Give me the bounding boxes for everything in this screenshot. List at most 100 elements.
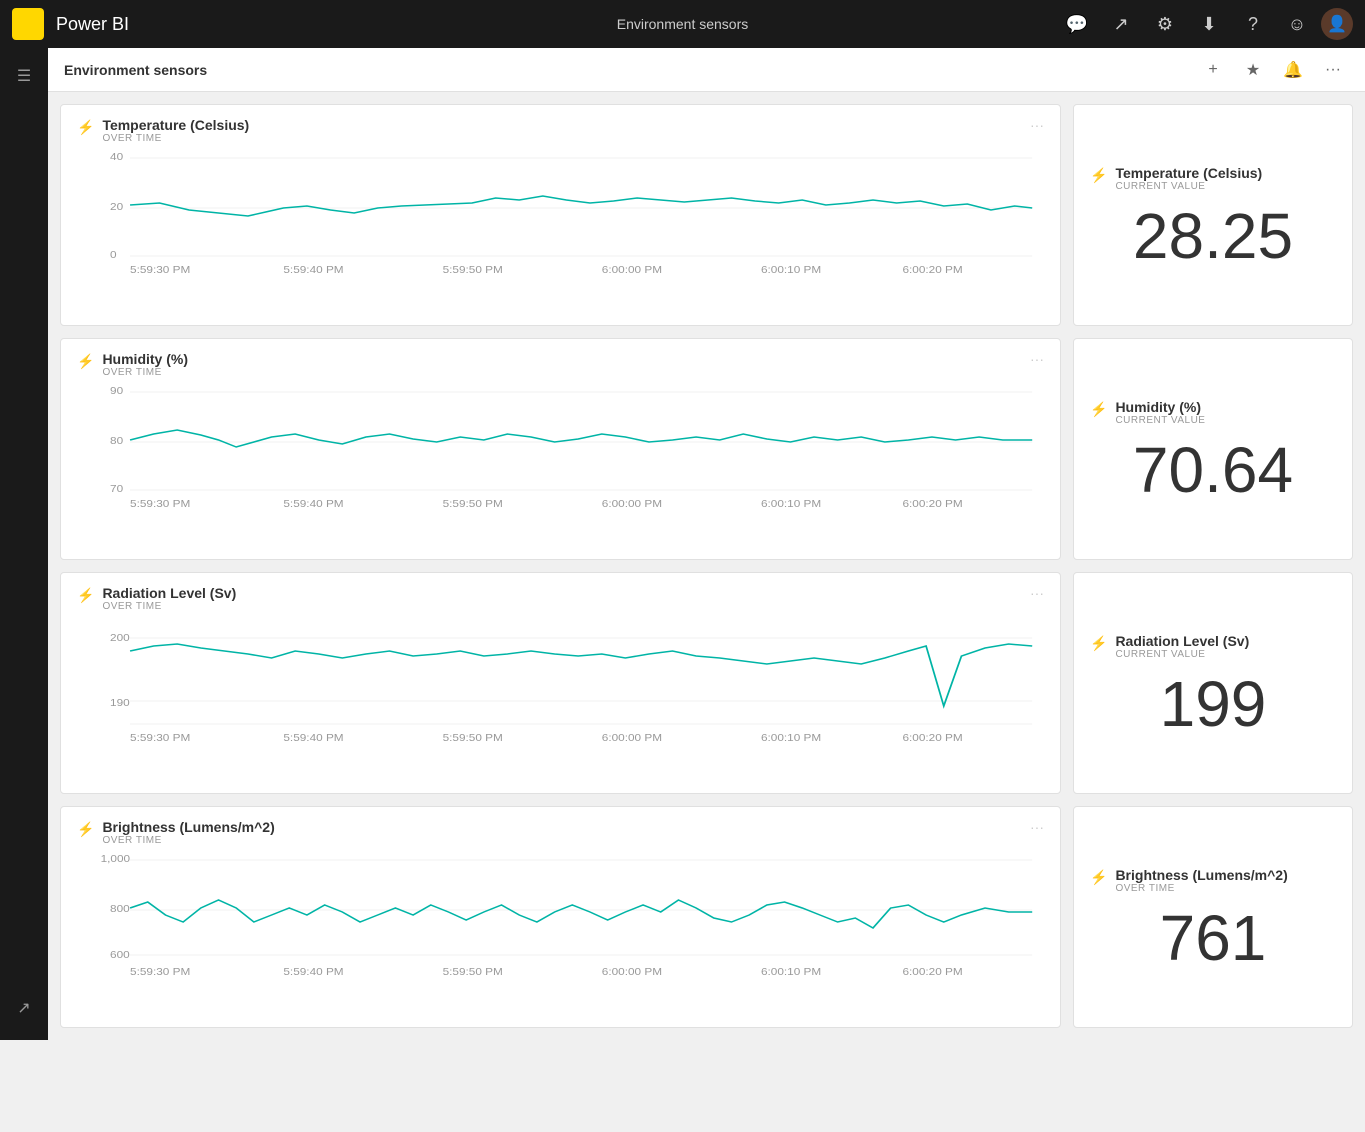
radiation-value-title: Radiation Level (Sv) — [1115, 633, 1336, 649]
values-column: ⚡ Temperature (Celsius) CURRENT VALUE 28… — [1073, 104, 1353, 1028]
temp-chart-icon: ⚡ — [77, 119, 94, 136]
svg-text:6:00:10 PM: 6:00:10 PM — [761, 733, 821, 744]
svg-text:90: 90 — [110, 386, 123, 397]
subheader: Environment sensors + ★ 🔔 ··· — [48, 48, 1365, 92]
radiation-chart-subtitle: OVER TIME — [102, 601, 1022, 612]
download-icon[interactable]: ⬇ — [1189, 4, 1229, 44]
svg-text:6:00:10 PM: 6:00:10 PM — [761, 499, 821, 510]
humidity-chart-card: ⚡ Humidity (%) OVER TIME ··· 90 80 70 5:… — [60, 338, 1061, 560]
humidity-chart-title: Humidity (%) — [102, 351, 1022, 367]
svg-text:5:59:40 PM: 5:59:40 PM — [283, 967, 343, 978]
svg-text:6:00:00 PM: 6:00:00 PM — [602, 733, 662, 744]
sidebar-expand-icon[interactable]: ↗ — [4, 988, 44, 1028]
svg-text:40: 40 — [110, 152, 123, 163]
radiation-value: 199 — [1090, 672, 1336, 736]
svg-text:6:00:20 PM: 6:00:20 PM — [902, 733, 962, 744]
radiation-chart-menu[interactable]: ··· — [1030, 585, 1044, 601]
brightness-value-subtitle: OVER TIME — [1115, 883, 1336, 894]
svg-text:5:59:40 PM: 5:59:40 PM — [283, 265, 343, 276]
add-button[interactable]: + — [1197, 54, 1229, 86]
svg-text:5:59:30 PM: 5:59:30 PM — [130, 265, 190, 276]
temp-chart-subtitle: OVER TIME — [102, 133, 1022, 144]
humidity-value-icon: ⚡ — [1090, 401, 1107, 418]
svg-text:0: 0 — [110, 250, 117, 261]
report-title: Environment sensors — [617, 16, 749, 32]
subheader-actions: + ★ 🔔 ··· — [1197, 54, 1349, 86]
svg-text:20: 20 — [110, 202, 123, 213]
app-logo[interactable] — [12, 8, 44, 40]
brightness-chart-card: ⚡ Brightness (Lumens/m^2) OVER TIME ··· … — [60, 806, 1061, 1028]
navbar: Power BI Environment sensors 💬 ↗ ⚙ ⬇ ? ☺… — [0, 0, 1365, 48]
svg-text:1,000: 1,000 — [101, 854, 130, 865]
feedback-icon[interactable]: ☺ — [1277, 4, 1317, 44]
radiation-chart-title: Radiation Level (Sv) — [102, 585, 1022, 601]
svg-text:6:00:00 PM: 6:00:00 PM — [602, 967, 662, 978]
share-button[interactable]: 🔔 — [1277, 54, 1309, 86]
brightness-value-icon: ⚡ — [1090, 869, 1107, 886]
app-title: Power BI — [56, 14, 129, 35]
radiation-chart-icon: ⚡ — [77, 587, 94, 604]
svg-text:5:59:40 PM: 5:59:40 PM — [283, 499, 343, 510]
temp-chart-menu[interactable]: ··· — [1030, 117, 1044, 133]
radiation-value-icon: ⚡ — [1090, 635, 1107, 652]
settings-icon[interactable]: ⚙ — [1145, 4, 1185, 44]
humidity-value: 70.64 — [1090, 438, 1336, 502]
svg-text:5:59:50 PM: 5:59:50 PM — [443, 733, 503, 744]
comment-icon[interactable]: 💬 — [1057, 4, 1097, 44]
brightness-line-chart: 1,000 800 600 5:59:30 PM 5:59:40 PM 5:59… — [77, 850, 1044, 980]
brightness-chart-icon: ⚡ — [77, 821, 94, 838]
svg-text:6:00:00 PM: 6:00:00 PM — [602, 265, 662, 276]
svg-text:800: 800 — [110, 904, 130, 915]
temperature-value-card: ⚡ Temperature (Celsius) CURRENT VALUE 28… — [1073, 104, 1353, 326]
expand-icon[interactable]: ↗ — [1101, 4, 1141, 44]
user-avatar[interactable]: 👤 — [1321, 8, 1353, 40]
charts-column: ⚡ Temperature (Celsius) OVER TIME ··· 40… — [60, 104, 1061, 1028]
svg-text:200: 200 — [110, 633, 130, 644]
temp-chart-title: Temperature (Celsius) — [102, 117, 1022, 133]
favorite-button[interactable]: ★ — [1237, 54, 1269, 86]
navbar-icons: 💬 ↗ ⚙ ⬇ ? ☺ 👤 — [1057, 4, 1353, 44]
svg-text:80: 80 — [110, 436, 123, 447]
radiation-value-card: ⚡ Radiation Level (Sv) CURRENT VALUE 199 — [1073, 572, 1353, 794]
brightness-chart-menu[interactable]: ··· — [1030, 819, 1044, 835]
humidity-chart-icon: ⚡ — [77, 353, 94, 370]
svg-text:5:59:50 PM: 5:59:50 PM — [443, 967, 503, 978]
svg-text:6:00:20 PM: 6:00:20 PM — [902, 265, 962, 276]
sidebar-menu-icon[interactable]: ☰ — [4, 56, 44, 96]
svg-text:190: 190 — [110, 698, 130, 709]
svg-text:5:59:30 PM: 5:59:30 PM — [130, 499, 190, 510]
temperature-value: 28.25 — [1090, 204, 1336, 268]
svg-text:6:00:00 PM: 6:00:00 PM — [602, 499, 662, 510]
svg-text:5:59:40 PM: 5:59:40 PM — [283, 733, 343, 744]
svg-text:5:59:50 PM: 5:59:50 PM — [443, 265, 503, 276]
humidity-value-subtitle: CURRENT VALUE — [1115, 415, 1336, 426]
radiation-line-chart: 200 190 5:59:30 PM 5:59:40 PM 5:59:50 PM… — [77, 616, 1044, 746]
svg-text:6:00:10 PM: 6:00:10 PM — [761, 967, 821, 978]
temp-value-icon: ⚡ — [1090, 167, 1107, 184]
humidity-chart-menu[interactable]: ··· — [1030, 351, 1044, 367]
main-content: ⚡ Temperature (Celsius) OVER TIME ··· 40… — [48, 92, 1365, 1040]
temp-value-subtitle: CURRENT VALUE — [1115, 181, 1336, 192]
svg-text:6:00:20 PM: 6:00:20 PM — [902, 499, 962, 510]
brightness-value-title: Brightness (Lumens/m^2) — [1115, 867, 1336, 883]
temp-value-title: Temperature (Celsius) — [1115, 165, 1336, 181]
brightness-chart-subtitle: OVER TIME — [102, 835, 1022, 846]
brightness-value-card: ⚡ Brightness (Lumens/m^2) OVER TIME 761 — [1073, 806, 1353, 1028]
radiation-value-subtitle: CURRENT VALUE — [1115, 649, 1336, 660]
help-icon[interactable]: ? — [1233, 4, 1273, 44]
humidity-value-title: Humidity (%) — [1115, 399, 1336, 415]
temperature-chart-card: ⚡ Temperature (Celsius) OVER TIME ··· 40… — [60, 104, 1061, 326]
temp-line-chart: 40 20 0 5:59:30 PM 5:59:40 PM 5:59:50 PM… — [77, 148, 1044, 278]
subheader-title: Environment sensors — [64, 62, 1197, 78]
more-button[interactable]: ··· — [1317, 54, 1349, 86]
svg-text:70: 70 — [110, 484, 123, 495]
svg-text:600: 600 — [110, 950, 130, 961]
humidity-line-chart: 90 80 70 5:59:30 PM 5:59:40 PM 5:59:50 P… — [77, 382, 1044, 512]
svg-text:5:59:50 PM: 5:59:50 PM — [443, 499, 503, 510]
brightness-value: 761 — [1090, 906, 1336, 970]
brightness-chart-title: Brightness (Lumens/m^2) — [102, 819, 1022, 835]
sidebar: ☰ ↗ — [0, 48, 48, 1040]
svg-text:6:00:20 PM: 6:00:20 PM — [902, 967, 962, 978]
humidity-chart-subtitle: OVER TIME — [102, 367, 1022, 378]
svg-text:5:59:30 PM: 5:59:30 PM — [130, 733, 190, 744]
